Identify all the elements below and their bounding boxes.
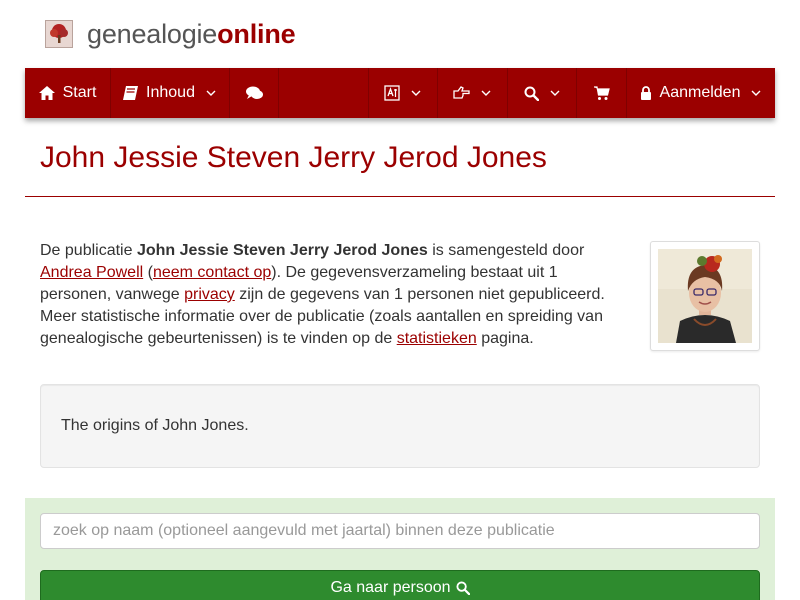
contact-link[interactable]: neem contact op [153, 264, 271, 281]
nav-forum[interactable] [230, 68, 279, 118]
page-title: John Jessie Steven Jerry Jerod Jones [40, 141, 547, 174]
intro-text: is samengesteld door [427, 242, 585, 259]
nav-spacer [279, 68, 369, 118]
search-icon [455, 581, 470, 595]
person-search-panel: Ga naar persoon [25, 498, 775, 600]
intro-text: pagina. [476, 330, 534, 347]
shopping-cart-icon [593, 85, 610, 101]
brand-name-part2: online [217, 19, 296, 49]
chevron-down-icon [481, 90, 491, 96]
go-to-person-button[interactable]: Ga naar persoon [40, 570, 760, 600]
intro-text: ( [143, 264, 153, 281]
intro-text: De publicatie [40, 242, 137, 259]
main-navbar: Start Inhoud Aanmelden [25, 68, 775, 118]
person-search-input[interactable] [40, 513, 760, 549]
chevron-down-icon [751, 90, 761, 96]
author-photo[interactable] [650, 241, 760, 351]
home-icon [38, 86, 55, 100]
nav-actions-dropdown[interactable] [438, 68, 508, 118]
nav-search-dropdown[interactable] [508, 68, 577, 118]
nav-language-dropdown[interactable] [369, 68, 438, 118]
hand-point-right-icon [453, 86, 470, 100]
chevron-down-icon [550, 90, 559, 96]
nav-cart[interactable] [577, 68, 627, 118]
site-brand[interactable]: genealogieonline [45, 18, 296, 50]
brand-name-part1: genealogie [87, 19, 218, 49]
nav-content-label: Inhoud [146, 84, 195, 101]
title-divider [25, 196, 775, 197]
chevron-down-icon [206, 90, 216, 96]
nav-start-label: Start [62, 84, 97, 101]
comments-icon [245, 86, 263, 100]
lock-icon [640, 86, 652, 100]
author-link[interactable]: Andrea Powell [40, 264, 143, 281]
nav-start[interactable]: Start [25, 68, 111, 118]
nav-content-dropdown[interactable]: Inhoud [111, 68, 230, 118]
language-icon [384, 85, 400, 101]
brand-name: genealogieonline [87, 18, 296, 50]
search-icon [524, 86, 539, 101]
publication-description: The origins of John Jones. [40, 384, 760, 468]
author-portrait-image [658, 249, 752, 343]
tree-icon [45, 20, 73, 48]
go-to-person-label: Ga naar persoon [330, 579, 451, 596]
publication-name: John Jessie Steven Jerry Jerod Jones [136, 242, 428, 259]
privacy-link[interactable]: privacy [184, 286, 235, 303]
nav-login-label: Aanmelden [659, 84, 741, 101]
statistics-link[interactable]: statistieken [397, 330, 477, 347]
description-text: The origins of John Jones. [61, 417, 249, 434]
chevron-down-icon [411, 90, 421, 96]
book-icon [123, 86, 139, 100]
nav-login-dropdown[interactable]: Aanmelden [627, 68, 775, 118]
publication-intro: De publicatie John Jessie Steven Jerry J… [40, 240, 620, 350]
